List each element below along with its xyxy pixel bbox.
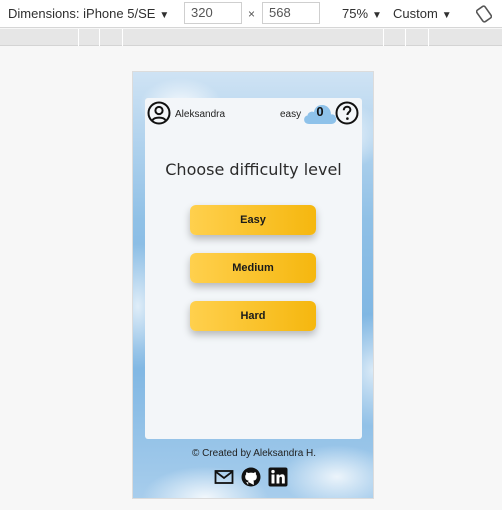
- medium-button[interactable]: Medium: [190, 253, 316, 283]
- chevron-down-icon: ▼: [159, 10, 170, 21]
- device-viewport: Aleksandra easy 0 Choose difficulty leve…: [132, 71, 374, 499]
- height-input[interactable]: 568: [262, 2, 320, 24]
- rotate-icon[interactable]: [476, 5, 492, 23]
- zoom-select[interactable]: 75% ▼: [342, 0, 382, 28]
- dimensions-label: Dimensions: iPhone 5/SE: [8, 6, 156, 21]
- media-query-ruler: [0, 29, 502, 46]
- ruler-tick: [99, 29, 100, 46]
- ruler-tick: [383, 29, 384, 46]
- footer-credit: © Created by Aleksandra H.: [191, 448, 317, 459]
- ruler-tick: [78, 29, 79, 46]
- easy-button[interactable]: Easy: [190, 205, 316, 235]
- ruler-tick: [122, 29, 123, 46]
- footer-social-links: [214, 467, 294, 487]
- github-icon[interactable]: [241, 467, 261, 487]
- envelope-icon[interactable]: [214, 467, 234, 487]
- page-title: Choose difficulty level: [165, 160, 342, 179]
- ruler-tick: [428, 29, 429, 46]
- username: Aleksandra: [175, 109, 226, 120]
- question-circle-icon[interactable]: [335, 101, 359, 125]
- chevron-down-icon: ▼: [441, 10, 452, 21]
- ruler-tick: [405, 29, 406, 46]
- score-counter: 0: [316, 104, 324, 119]
- linkedin-icon[interactable]: [268, 467, 288, 487]
- throttle-label: Custom: [393, 6, 438, 21]
- dimensions-select[interactable]: Dimensions: iPhone 5/SE ▼: [8, 0, 169, 28]
- device-toolbar: Dimensions: iPhone 5/SE ▼ 320 × 568 75% ▼ …: [0, 0, 502, 28]
- chevron-down-icon: ▼: [372, 10, 382, 21]
- hard-button[interactable]: Hard: [190, 301, 316, 331]
- width-input[interactable]: 320: [184, 2, 242, 24]
- user-circle-icon[interactable]: [147, 101, 171, 125]
- level-label: easy: [280, 109, 302, 120]
- zoom-label: 75%: [342, 6, 369, 21]
- throttle-select[interactable]: Custom ▼: [393, 0, 452, 28]
- game-card: Aleksandra easy 0 Choose difficulty leve…: [145, 98, 362, 439]
- dimension-separator: ×: [248, 7, 256, 21]
